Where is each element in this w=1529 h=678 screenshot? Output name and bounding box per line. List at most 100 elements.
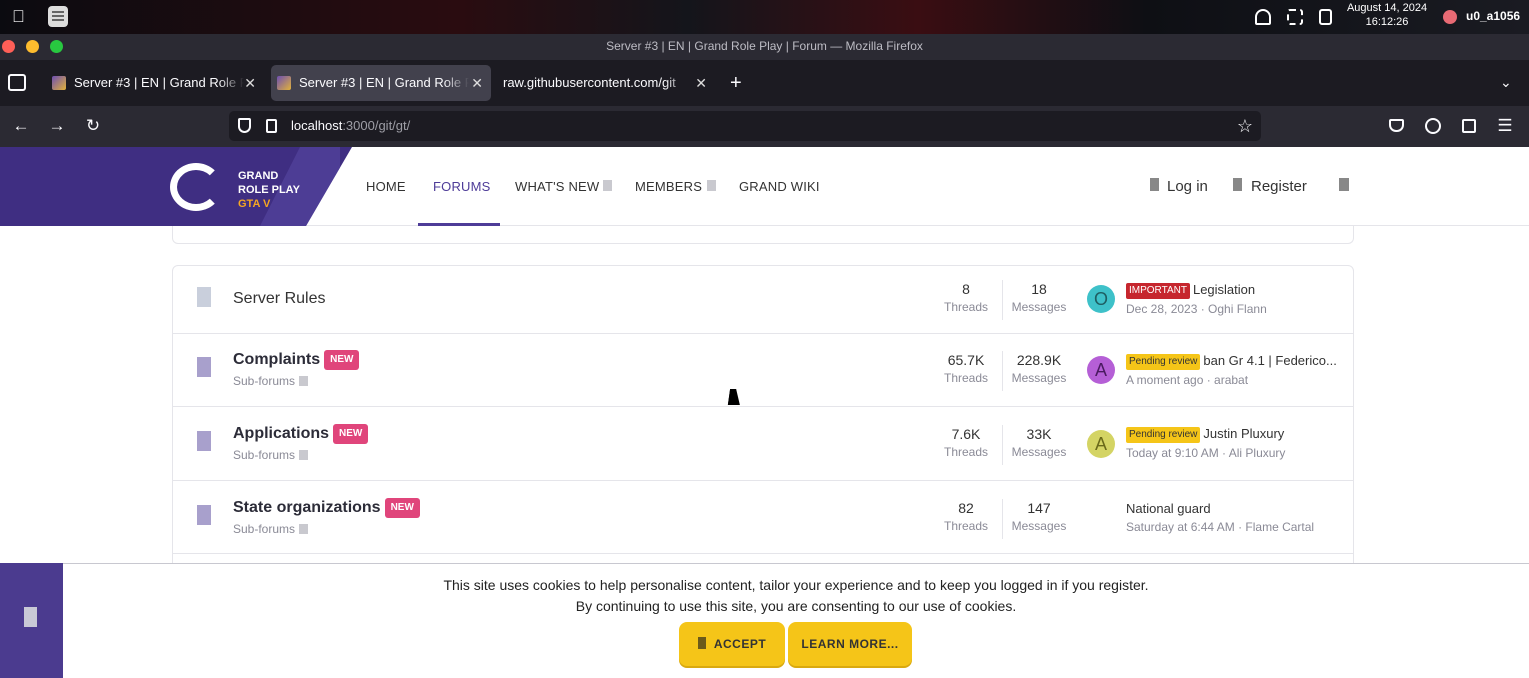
- avatar[interactable]: A: [1087, 430, 1115, 458]
- forum-row-state-organizations[interactable]: State organizations NEW Sub-forums 82 Thr…: [173, 481, 1353, 554]
- forum-title-text[interactable]: Complaints: [233, 351, 320, 368]
- tab-label: Server #3 | EN | Grand Role Play | Forum: [299, 75, 469, 90]
- login-key-icon[interactable]: [1150, 178, 1159, 191]
- register-icon[interactable]: [1233, 178, 1242, 191]
- stat-divider: [1002, 280, 1003, 320]
- shield-icon[interactable]: [238, 118, 251, 133]
- sub-forums-label: Sub-forums: [233, 448, 296, 462]
- close-window-button[interactable]: [2, 40, 15, 53]
- messages-label: Messages: [1011, 371, 1067, 385]
- threads-count: 8: [962, 281, 970, 297]
- search-icon[interactable]: [1339, 178, 1349, 191]
- logo-line-2: ROLE PLAY: [238, 184, 300, 196]
- screenshot-icon[interactable]: [1287, 9, 1303, 25]
- sub-forums-dropdown-icon[interactable]: [299, 524, 309, 534]
- stat-divider: [1002, 425, 1003, 465]
- forum-title-text[interactable]: Applications: [233, 425, 329, 442]
- forum-row-complaints[interactable]: Complaints NEW Sub-forums 65.7K Threads 2…: [173, 334, 1353, 407]
- back-arrow-icon[interactable]: ←: [11, 116, 31, 136]
- page-icon[interactable]: [266, 119, 277, 133]
- last-post-meta[interactable]: Today at 9:10 AM · Ali Pluxury: [1126, 446, 1285, 460]
- members-dropdown-icon[interactable]: [707, 180, 716, 191]
- forum-title[interactable]: Complaints NEW: [233, 350, 360, 370]
- tab-forum-1[interactable]: Server #3 | EN | Grand Role Play | Forum…: [46, 65, 264, 101]
- sub-forums-label: Sub-forums: [233, 374, 296, 388]
- forum-title[interactable]: Applications NEW: [233, 424, 369, 444]
- nav-members[interactable]: MEMBERS: [635, 179, 702, 194]
- bookmark-star-icon[interactable]: ☆: [1235, 116, 1255, 136]
- tab-forum-2-active[interactable]: Server #3 | EN | Grand Role Play | Forum…: [271, 65, 491, 101]
- avatar[interactable]: A: [1087, 356, 1115, 384]
- last-post-thread[interactable]: ban Gr 4.1 | Federico...: [1203, 353, 1336, 368]
- sub-forums-dropdown-icon[interactable]: [299, 376, 309, 386]
- minimize-window-button[interactable]: [26, 40, 39, 53]
- messages-label: Messages: [1011, 519, 1067, 533]
- login-link[interactable]: Log in: [1167, 178, 1208, 195]
- whats-new-dropdown-icon[interactable]: [603, 180, 612, 191]
- extensions-icon[interactable]: [1462, 119, 1476, 133]
- bell-icon[interactable]: [1255, 9, 1271, 25]
- last-post-title[interactable]: Pending review ban Gr 4.1 | Federico...: [1126, 353, 1341, 370]
- list-tabs-chevron-icon[interactable]: ⌄: [1500, 74, 1512, 91]
- finder-icon[interactable]: [48, 6, 68, 27]
- pocket-icon[interactable]: [1389, 119, 1404, 132]
- messages-stat: 18 Messages: [1004, 280, 1074, 316]
- last-post-thread[interactable]: National guard: [1126, 501, 1341, 516]
- last-post-meta[interactable]: A moment ago · arabat: [1126, 373, 1248, 387]
- nav-grand-wiki[interactable]: GRAND WIKI: [739, 179, 820, 194]
- favicon-icon: [277, 76, 291, 90]
- url-text[interactable]: localhost:3000/git/gt/: [291, 118, 410, 133]
- sub-forums[interactable]: Sub-forums: [233, 448, 309, 462]
- learn-more-button[interactable]: LEARN MORE...: [788, 622, 912, 666]
- tab-github-raw[interactable]: raw.githubusercontent.com/git ✕: [497, 65, 715, 101]
- forum-title[interactable]: State organizations NEW: [233, 498, 420, 518]
- forward-arrow-icon[interactable]: →: [47, 116, 67, 136]
- site-logo[interactable]: GRAND ROLE PLAY GTA V: [165, 158, 305, 218]
- date-text: August 14, 2024: [1346, 2, 1428, 14]
- new-tab-icon[interactable]: +: [730, 72, 742, 95]
- pending-review-badge: Pending review: [1126, 354, 1201, 370]
- messages-label: Messages: [1011, 300, 1067, 314]
- sub-forums-dropdown-icon[interactable]: [299, 450, 309, 460]
- forum-title-text[interactable]: State organizations: [233, 499, 381, 516]
- tab-label: Server #3 | EN | Grand Role Play | Forum: [74, 75, 244, 90]
- close-tab-icon[interactable]: ✕: [471, 65, 483, 101]
- register-link[interactable]: Register: [1251, 178, 1307, 195]
- threads-stat: 82 Threads: [931, 499, 1001, 535]
- forum-row-server-rules[interactable]: Server Rules 8 Threads 18 Messages O IMP…: [173, 266, 1353, 334]
- previous-block-edge: [172, 226, 1354, 244]
- close-tab-icon[interactable]: ✕: [695, 65, 707, 101]
- clipboard-icon[interactable]: [1319, 9, 1332, 25]
- favicon-icon: [52, 76, 66, 90]
- time-text: 16:12:26: [1365, 16, 1409, 28]
- threads-stat: 65.7K Threads: [931, 351, 1001, 387]
- forum-title[interactable]: Server Rules: [233, 290, 325, 308]
- user-avatar-icon[interactable]: [1443, 10, 1457, 24]
- tab-overview-icon[interactable]: [8, 74, 26, 91]
- last-post-title[interactable]: Pending review Justin Pluxury: [1126, 426, 1341, 443]
- nav-forums[interactable]: FORUMS: [433, 179, 491, 194]
- sub-forums[interactable]: Sub-forums: [233, 374, 309, 388]
- account-icon[interactable]: [1425, 118, 1441, 134]
- last-post-thread[interactable]: Justin Pluxury: [1203, 426, 1284, 441]
- avatar[interactable]: O: [1087, 285, 1115, 313]
- last-post-thread[interactable]: Legislation: [1193, 282, 1255, 297]
- clock: August 14, 2024 16:12:26: [1340, 1, 1434, 29]
- last-post-title[interactable]: IMPORTANT Legislation: [1126, 282, 1341, 299]
- username[interactable]: u0_a1056: [1466, 9, 1520, 23]
- accept-button[interactable]: ACCEPT: [679, 622, 785, 666]
- sub-forums-label: Sub-forums: [233, 522, 296, 536]
- messages-count: 228.9K: [1016, 352, 1062, 368]
- maximize-window-button[interactable]: [50, 40, 63, 53]
- sub-forums[interactable]: Sub-forums: [233, 522, 309, 536]
- menu-hamburger-icon[interactable]: ☰: [1495, 116, 1515, 136]
- reload-icon[interactable]: ↻: [83, 116, 103, 136]
- close-tab-icon[interactable]: ✕: [244, 65, 256, 101]
- apple-icon[interactable]: : [12, 7, 30, 27]
- nav-home[interactable]: HOME: [366, 179, 406, 194]
- last-post-meta[interactable]: Saturday at 6:44 AM · Flame Cartal: [1126, 520, 1314, 534]
- forum-row-applications[interactable]: Applications NEW Sub-forums 7.6K Threads …: [173, 407, 1353, 481]
- messages-label: Messages: [1011, 445, 1067, 459]
- nav-whats-new[interactable]: WHAT'S NEW: [515, 179, 599, 194]
- last-post-meta[interactable]: Dec 28, 2023 · Oghi Flann: [1126, 302, 1267, 316]
